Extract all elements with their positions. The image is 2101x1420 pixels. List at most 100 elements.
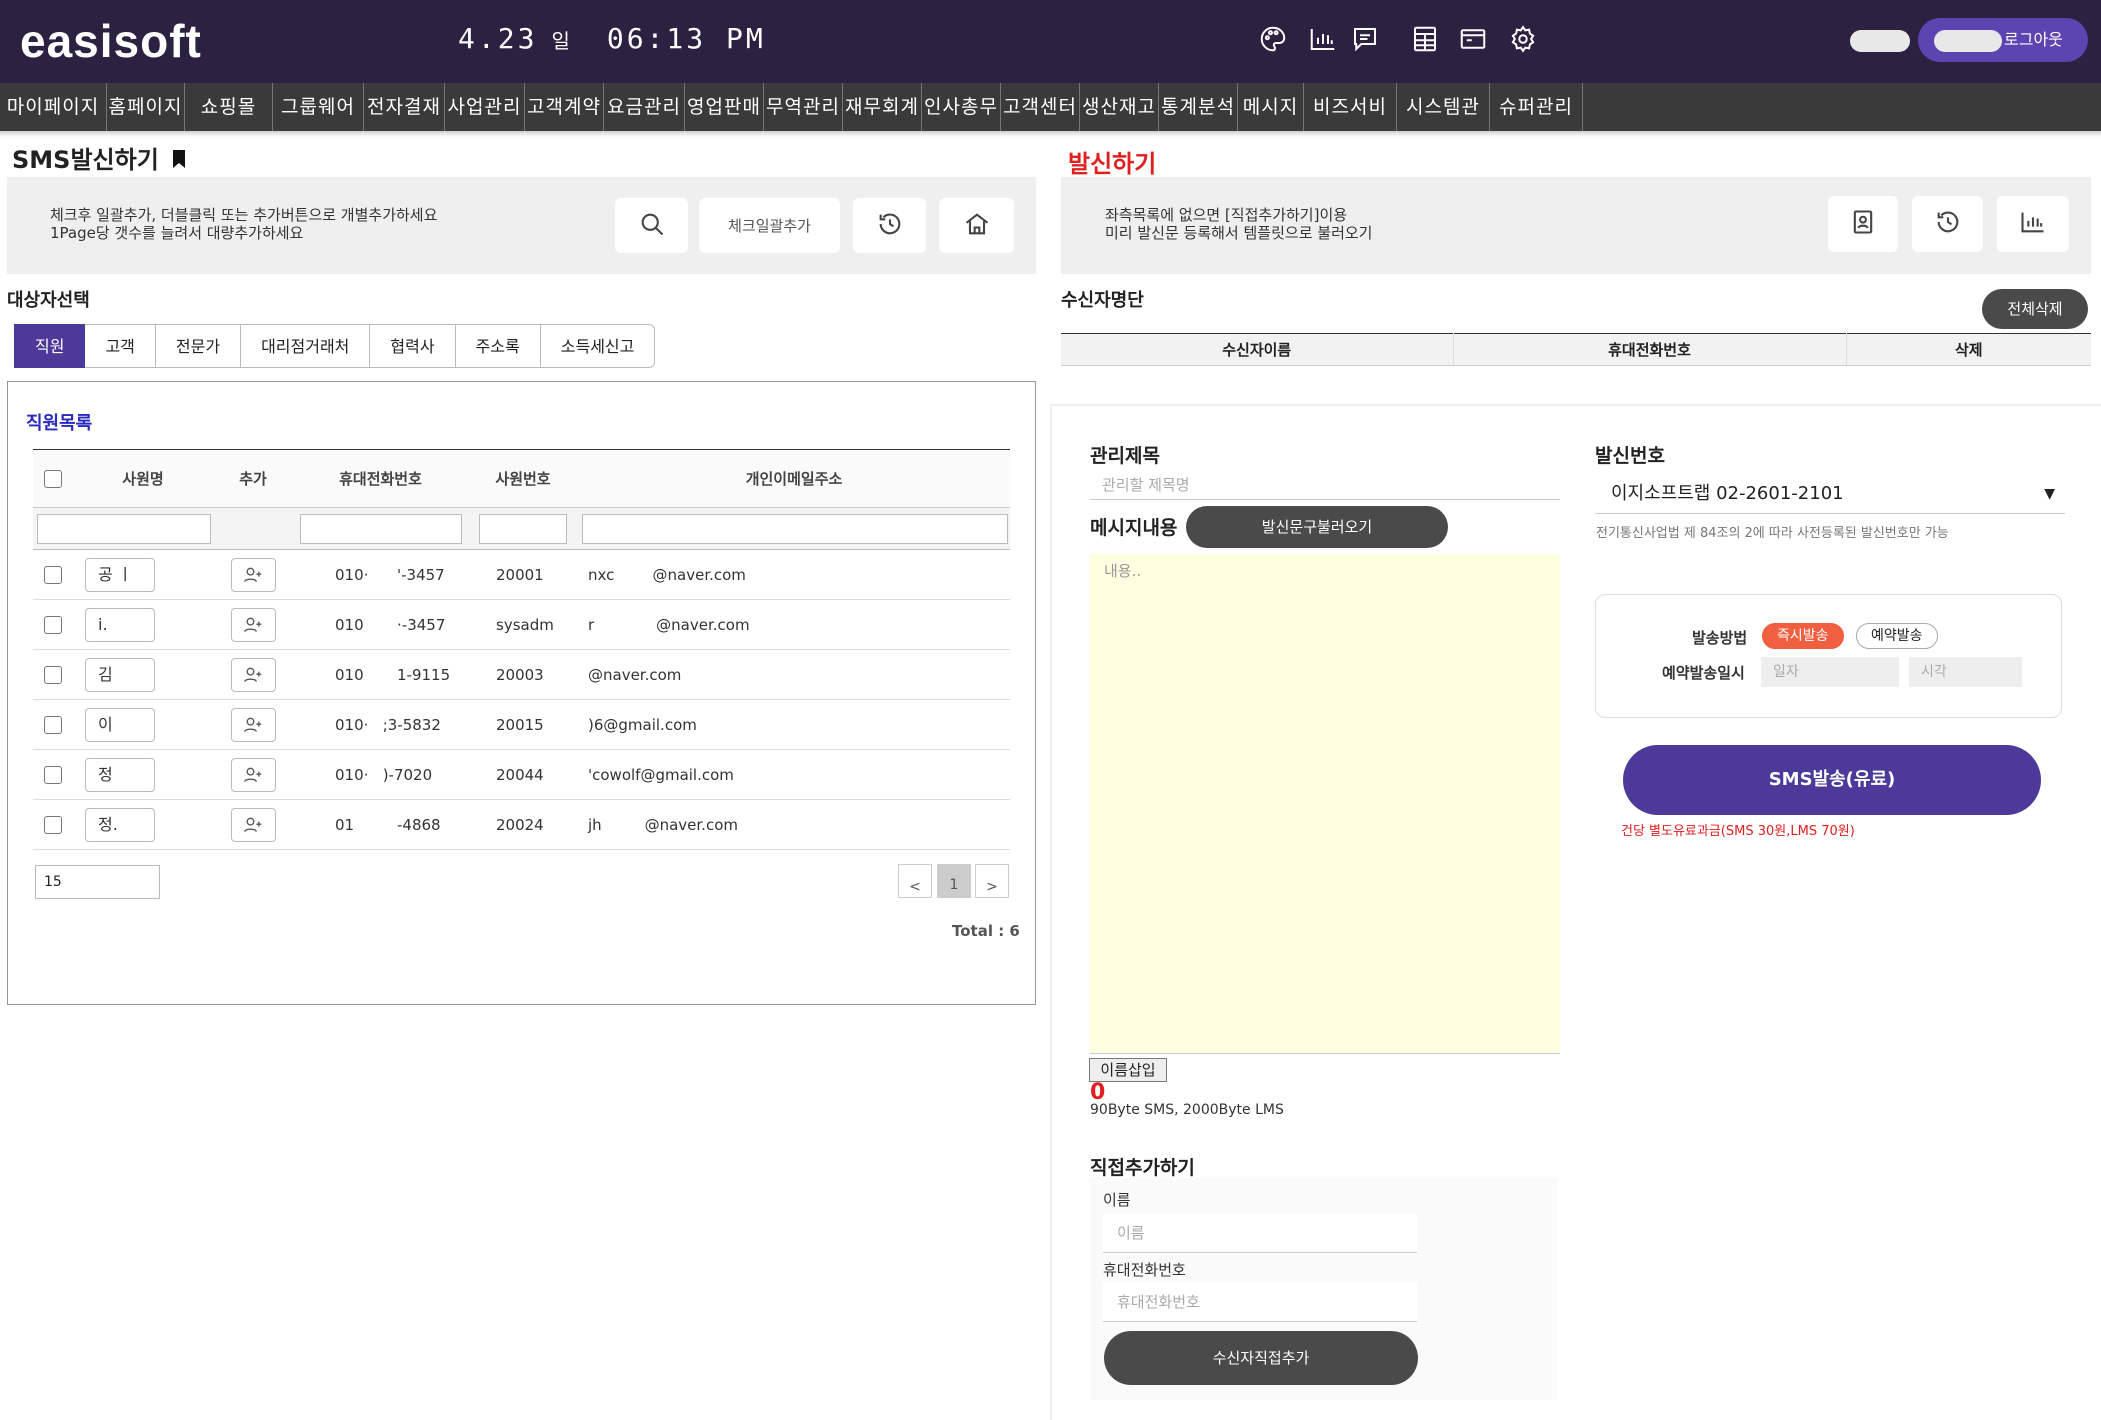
table-row[interactable]: 정. 01 -4868 20024 jh @naver.com: [33, 799, 1010, 850]
menu-item[interactable]: 영업판매: [685, 83, 764, 131]
row-checkbox[interactable]: [44, 765, 62, 784]
name-insert-button[interactable]: 이름삽입: [1089, 1058, 1167, 1082]
add-recipient-button[interactable]: [230, 607, 276, 642]
employee-name[interactable]: 정.: [85, 807, 155, 842]
palette-icon[interactable]: [1258, 24, 1288, 54]
gear-icon[interactable]: [1508, 24, 1538, 54]
pager-next[interactable]: >: [975, 864, 1009, 898]
employee-name[interactable]: 이: [85, 707, 155, 742]
left-hint-line-1: 체크후 일괄추가, 더블클릭 또는 추가버튼으로 개별추가하세요: [50, 206, 438, 224]
menu-item[interactable]: 고객계약: [525, 83, 604, 131]
menu-item[interactable]: 전자결재: [364, 83, 445, 131]
menu-item[interactable]: 사업관리: [445, 83, 525, 131]
send-history-button[interactable]: [1912, 196, 1983, 252]
direct-name-input[interactable]: 이름: [1103, 1213, 1417, 1253]
menu-item[interactable]: 메시지: [1238, 83, 1304, 131]
tab-target[interactable]: 대리점거래처: [241, 324, 371, 368]
table-row[interactable]: 이 010· ;3-5832 20015)6@gmail.com: [33, 699, 1010, 750]
add-recipient-button[interactable]: 수신자직접추가: [1104, 1331, 1418, 1385]
bookmark-icon[interactable]: [171, 147, 187, 175]
sender-number-select[interactable]: 이지소프트랩 02-2601-2101 ▼: [1595, 474, 2065, 514]
name-filter-input[interactable]: [37, 513, 211, 544]
direct-phone-input[interactable]: 휴대전화번호: [1103, 1282, 1417, 1322]
search-button[interactable]: [615, 198, 688, 253]
row-checkbox[interactable]: [44, 715, 62, 734]
col-header[interactable]: 사원명: [73, 449, 213, 508]
employee-name[interactable]: 정: [85, 757, 155, 792]
method-scheduled[interactable]: 예약발송: [1856, 623, 1938, 649]
calculator-icon[interactable]: [1410, 24, 1440, 54]
method-immediate[interactable]: 즉시발송: [1762, 623, 1844, 649]
logo[interactable]: easisoft: [20, 14, 202, 68]
menu-item[interactable]: 인사총무: [922, 83, 1001, 131]
employee-name[interactable]: i.: [85, 607, 155, 642]
row-checkbox[interactable]: [44, 565, 62, 584]
mgmt-title-input[interactable]: 관리할 제목명: [1090, 470, 1560, 500]
schedule-date-input[interactable]: 일자: [1761, 657, 1899, 687]
bulk-add-button[interactable]: 체크일괄추가: [699, 198, 840, 253]
menu-item[interactable]: 쇼핑몰: [185, 83, 273, 131]
col-header[interactable]: 개인이메일주소: [578, 449, 1010, 508]
add-recipient-button[interactable]: [230, 657, 276, 692]
pager-page[interactable]: 1: [937, 864, 971, 898]
row-checkbox[interactable]: [44, 615, 62, 634]
menu-item[interactable]: 생산재고: [1080, 83, 1159, 131]
page-size-input[interactable]: 15: [35, 865, 160, 899]
chat-icon[interactable]: [1350, 24, 1380, 54]
employee-name[interactable]: 공 ㅣ: [85, 557, 155, 592]
row-checkbox[interactable]: [44, 665, 62, 684]
window-icon[interactable]: [1458, 24, 1488, 54]
delete-all-button[interactable]: 전체삭제: [1982, 289, 2088, 329]
email-filter-input[interactable]: [582, 513, 1008, 544]
table-row[interactable]: i. 010 ·-3457 sysadm r @naver.com: [33, 599, 1010, 650]
logout-button[interactable]: 로그아웃: [1918, 18, 2088, 62]
row-checkbox[interactable]: [44, 815, 62, 834]
add-recipient-button[interactable]: [230, 557, 276, 592]
tab-target[interactable]: 주소록: [455, 324, 541, 368]
menu-item[interactable]: 요금관리: [604, 83, 685, 131]
menu-item[interactable]: 비즈서비스: [1304, 83, 1397, 166]
menu-item[interactable]: 그룹웨어: [273, 83, 364, 131]
template-button[interactable]: [1828, 196, 1898, 252]
empno-filter-input[interactable]: [479, 513, 567, 544]
stats-button[interactable]: [1997, 196, 2069, 252]
add-recipient-button[interactable]: [230, 757, 276, 792]
add-user-icon: [243, 567, 263, 589]
col-header[interactable]: 휴대전화번호: [293, 449, 468, 508]
menu-item[interactable]: 슈퍼관리자: [1490, 83, 1583, 166]
tab-target[interactable]: 직원: [14, 324, 86, 368]
menu-item[interactable]: 무역관리: [764, 83, 843, 131]
tab-target[interactable]: 고객: [85, 324, 156, 368]
logout-label: 로그아웃: [2004, 30, 2063, 49]
history-button[interactable]: [853, 198, 926, 253]
menu-item[interactable]: 마이페이지: [0, 83, 107, 131]
menu-item[interactable]: 통계분석: [1159, 83, 1238, 131]
sms-send-button[interactable]: SMS발송(유료): [1623, 745, 2041, 815]
history-icon: [876, 210, 904, 242]
select-all-checkbox[interactable]: [44, 469, 62, 488]
menu-item[interactable]: 고객센터: [1001, 83, 1080, 131]
add-recipient-button[interactable]: [230, 707, 276, 742]
section-divider-vertical: [1050, 404, 1052, 1420]
table-row[interactable]: 정 010· )-7020 20044'cowolf@gmail.com: [33, 749, 1010, 800]
tab-target[interactable]: 소득세신고: [540, 324, 656, 368]
col-header[interactable]: 사원번호: [468, 449, 578, 508]
clock: 4.23 일 06:13 PM: [458, 22, 780, 55]
tab-target[interactable]: 전문가: [155, 324, 242, 368]
pager-prev[interactable]: <: [898, 864, 932, 898]
employee-name[interactable]: 김: [85, 657, 155, 692]
message-textarea[interactable]: 내용..: [1090, 554, 1560, 1054]
table-row[interactable]: 김 010 1-9115 20003 @naver.com: [33, 649, 1010, 700]
load-message-button[interactable]: 발신문구불러오기: [1186, 506, 1448, 548]
phone-filter-input[interactable]: [299, 513, 462, 544]
menu-item[interactable]: 시스템관리: [1397, 83, 1490, 166]
tab-target[interactable]: 협력사: [370, 324, 456, 368]
add-user-icon: [243, 717, 263, 739]
schedule-time-input[interactable]: 시각: [1909, 657, 2022, 687]
home-button[interactable]: [939, 198, 1014, 253]
table-row[interactable]: 공 ㅣ 010· '-3457 20001 nxc @naver.com: [33, 549, 1010, 600]
add-recipient-button[interactable]: [230, 807, 276, 842]
menu-item[interactable]: 재무회계: [843, 83, 922, 131]
menu-item[interactable]: 홈페이지: [107, 83, 185, 131]
chart-icon[interactable]: [1308, 24, 1338, 54]
